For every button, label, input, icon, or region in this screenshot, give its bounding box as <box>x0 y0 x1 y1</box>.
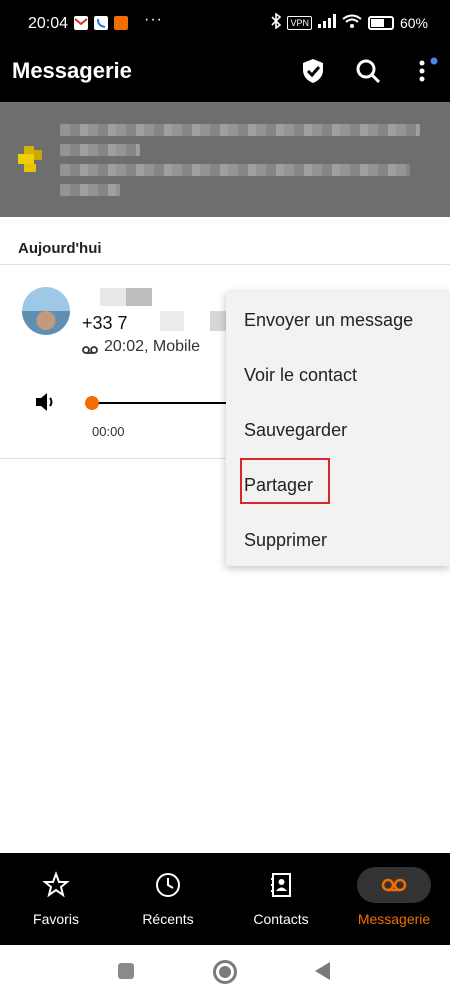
app-bar: Messagerie <box>0 46 450 102</box>
highlight-box <box>240 458 330 504</box>
avatar[interactable] <box>22 287 70 335</box>
tab-label: Messagerie <box>357 911 431 927</box>
status-time: 20:04 <box>28 15 69 32</box>
tab-label: Récents <box>142 911 194 927</box>
status-notifications: ··· <box>74 11 163 30</box>
menu-item-view-contact[interactable]: Voir le contact <box>244 365 357 386</box>
playback-track[interactable] <box>92 402 227 404</box>
vpn-badge: VPN <box>287 15 312 30</box>
menu-item-send-message[interactable]: Envoyer un message <box>244 310 413 331</box>
wifi-icon <box>342 14 362 31</box>
tab-favoris[interactable]: Favoris <box>0 853 112 945</box>
status-bar: 20:04 ··· VPN 60% <box>0 0 450 46</box>
clock-icon <box>154 871 182 899</box>
more-vertical-icon[interactable] <box>410 56 440 86</box>
menu-item-save[interactable]: Sauvegarder <box>244 420 347 441</box>
menu-item-delete[interactable]: Supprimer <box>244 530 327 551</box>
banner-text-line <box>60 164 410 176</box>
voicemail-icon <box>380 871 408 899</box>
banner-text-line <box>60 124 420 136</box>
voicemail-meta: 20:02, Mobile <box>82 338 200 356</box>
section-title: Aujourd'hui <box>18 240 102 257</box>
speaker-icon[interactable] <box>34 391 58 413</box>
banner-text-line <box>60 144 140 156</box>
bottom-nav: Favoris Récents Contacts Messagerie <box>0 853 450 945</box>
star-icon <box>42 871 70 899</box>
context-menu: Envoyer un message Voir le contact Sauve… <box>226 292 450 566</box>
banner-text-line <box>60 184 120 196</box>
gmail-icon <box>74 16 88 30</box>
tab-contacts[interactable]: Contacts <box>225 853 337 945</box>
system-nav-bar <box>0 945 450 999</box>
number-redacted <box>210 311 226 331</box>
tab-label: Favoris <box>33 911 79 927</box>
divider <box>0 458 226 459</box>
bluetooth-icon <box>271 12 282 32</box>
contacts-book-icon <box>267 871 295 899</box>
caller-number: +33 7 <box>82 313 128 333</box>
back-icon[interactable] <box>315 962 330 980</box>
voicemail-icon <box>82 342 98 354</box>
caller-name-redacted <box>100 288 152 306</box>
battery-percent: 60% <box>399 14 428 31</box>
playback-slider-thumb[interactable] <box>85 396 99 410</box>
playback-elapsed: 00:00 <box>92 424 125 439</box>
tab-recents[interactable]: Récents <box>112 853 224 945</box>
status-more: ··· <box>144 11 163 28</box>
divider <box>0 264 450 265</box>
battery-icon <box>367 15 394 30</box>
shield-check-icon[interactable] <box>298 56 328 86</box>
tab-messagerie[interactable]: Messagerie <box>338 853 450 945</box>
tab-label: Contacts <box>253 911 309 927</box>
banner-logo-icon <box>18 146 44 172</box>
home-icon[interactable] <box>213 960 237 984</box>
info-banner[interactable] <box>0 102 450 217</box>
orange-app-icon <box>114 16 128 30</box>
search-icon[interactable] <box>353 56 383 86</box>
phone-app-icon <box>94 16 108 30</box>
number-redacted <box>160 311 184 331</box>
signal-icon <box>317 14 336 31</box>
recent-apps-icon[interactable] <box>118 963 134 979</box>
status-right: VPN 60% <box>271 12 428 32</box>
voicemail-time-source: 20:02, Mobile <box>104 338 201 355</box>
page-title: Messagerie <box>12 58 132 83</box>
